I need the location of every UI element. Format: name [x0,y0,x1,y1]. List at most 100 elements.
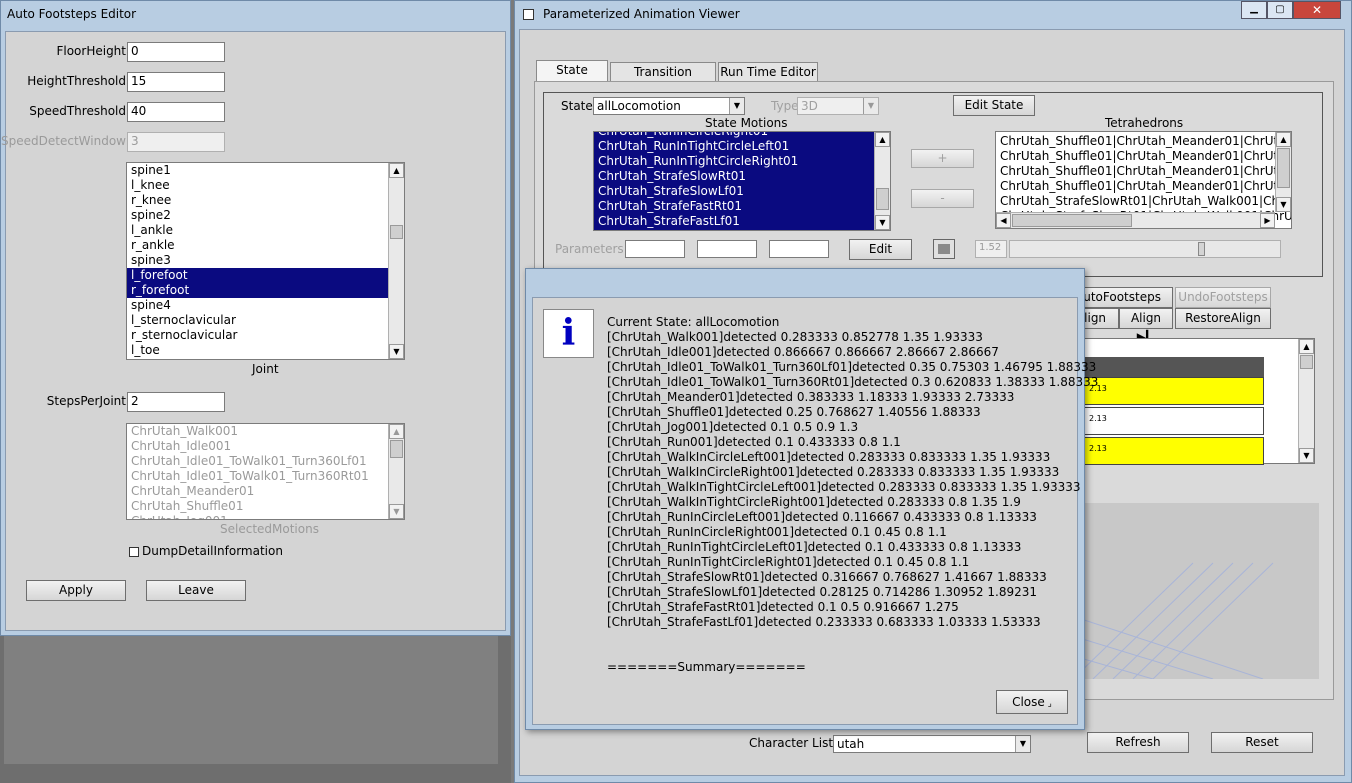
scroll-down-icon[interactable]: ▼ [1276,197,1291,212]
state-combo[interactable]: allLocomotion ▼ [593,97,745,115]
parameter-x-input[interactable] [625,240,685,258]
grid-floor-icon [1063,562,1274,679]
scroll-up-icon[interactable]: ▲ [389,163,404,178]
tracks-scrollbar[interactable]: ▲ ▼ [1298,339,1314,463]
list-item[interactable]: spine2 [127,208,404,223]
edit-state-button[interactable]: Edit State [953,95,1035,116]
list-item[interactable]: ChrUtah_Idle01_ToWalk01_Turn360Rt01 [127,469,404,484]
tab-state-editor[interactable]: State Editor [536,60,608,96]
list-item[interactable]: ChrUtah_RunInTightCircleRight01 [594,154,890,169]
list-item[interactable]: ChrUtah_RunInCircleRight01 [594,132,890,139]
tab-run-time-editor[interactable]: Run Time Editor [718,62,818,82]
edit-parameters-button[interactable]: Edit [849,239,912,260]
list-item[interactable]: r_ankle [127,238,404,253]
tetrahedrons-list[interactable]: ChrUtah_Shuffle01|ChrUtah_Meander01|ChrU… [995,131,1292,229]
list-item[interactable]: spine1 [127,163,404,178]
dialog-body: i Current State: allLocomotion [ChrUtah_W… [532,297,1098,725]
close-button[interactable]: Close ⌟ [996,690,1068,714]
list-item[interactable]: ChrUtah_Walk001 [127,424,404,439]
chevron-down-icon[interactable]: ▼ [729,98,744,114]
list-item[interactable]: l_ankle [127,223,404,238]
scroll-thumb[interactable] [1277,148,1290,188]
scroll-thumb[interactable] [1300,355,1313,369]
state-motions-list[interactable]: ChrUtah_RunInCircleRight01 ChrUtah_RunInT… [593,131,891,231]
list-item[interactable]: l_sternoclavicular [127,313,404,328]
list-item[interactable]: r_knee [127,193,404,208]
steps-per-joint-input[interactable]: 2 [127,392,225,412]
scroll-up-icon: ▲ [389,424,404,439]
list-item[interactable]: ChrUtah_StrafeSlowRt01 [594,169,890,184]
state-motions-scrollbar[interactable]: ▲ ▼ [874,132,890,230]
auto-footsteps-client: FloorHeight 0 HeightThreshold 15 SpeedTh… [1,31,506,631]
parameter-y-input[interactable] [697,240,757,258]
character-combo[interactable]: utah ▼ [833,735,1031,753]
scroll-left-icon[interactable]: ◀ [996,213,1011,228]
list-item[interactable]: ChrUtah_StrafeSlowRt01|ChrUtah_Walk001|C… [996,194,1291,209]
list-item[interactable]: ChrUtah_Shuffle01|ChrUtah_Meander01|ChrU… [996,164,1291,179]
list-item[interactable]: spine4 [127,298,404,313]
chevron-down-icon[interactable]: ▼ [1015,736,1030,752]
joint-list-scrollbar[interactable]: ▲ ▼ [388,163,404,359]
undo-footsteps-button[interactable]: UndoFootsteps [1175,287,1271,308]
scroll-right-icon[interactable]: ▶ [1260,213,1275,228]
joint-list[interactable]: spine1 l_knee r_knee spine2 l_ankle r_ankle sp… [126,162,405,360]
list-item[interactable]: ChrUtah_StrafeFastLf01 [594,214,890,229]
list-item[interactable]: r_sternoclavicular [127,328,404,343]
list-item[interactable]: r_forefoot [127,283,404,298]
track-row[interactable]: 2.13 [1064,437,1264,465]
parameter-z-input[interactable] [769,240,829,258]
list-item[interactable]: ChrUtah_StrafeFastRt01 [594,199,890,214]
list-item[interactable]: ChrUtah_Shuffle01|ChrUtah_Meander01|ChrU… [996,134,1291,149]
speed-threshold-input[interactable]: 40 [127,102,225,122]
scroll-down-icon[interactable]: ▼ [389,344,404,359]
list-item[interactable]: ChrUtah_StrafeSlowLf01 [594,184,890,199]
scroll-thumb [390,440,403,458]
list-item[interactable]: spine3 [127,253,404,268]
tetrahedrons-scrollbar[interactable]: ▲ ▼ [1275,132,1291,212]
parameter-slider[interactable] [1009,240,1281,258]
floor-height-input[interactable]: 0 [127,42,225,62]
scroll-thumb[interactable] [390,225,403,239]
type-label: Type [771,99,799,113]
apply-button[interactable]: Apply [26,580,126,601]
track-row[interactable]: 2.13 [1064,407,1264,435]
character-list-label: Character List [749,736,834,750]
list-item[interactable]: ChrUtah_Shuffle01|ChrUtah_Meander01|ChrU… [996,179,1291,194]
tab-transition-editor2[interactable]: Transition Editor2 [610,62,716,98]
close-icon[interactable]: ✕ [1293,1,1341,19]
restore-align-button[interactable]: RestoreAlign [1175,308,1271,329]
list-item[interactable]: l_forefoot [127,268,404,283]
height-threshold-input[interactable]: 15 [127,72,225,92]
list-item[interactable]: ChrUtah_Shuffle01|ChrUtah_Meander01|ChrU… [996,149,1291,164]
slider-handle[interactable] [1198,242,1205,256]
minimize-icon[interactable]: ▁ [1241,1,1267,19]
message-line: [ChrUtah_WalkInCircleRight001]detected 0… [607,465,1060,479]
list-item[interactable]: ChrUtah_Idle001 [127,439,404,454]
scroll-up-icon[interactable]: ▲ [1299,339,1314,354]
reset-button[interactable]: Reset [1211,732,1313,753]
color-swatch[interactable] [933,239,955,259]
selected-motions-label: SelectedMotions [220,522,319,536]
dump-detail-checkbox[interactable] [129,547,139,557]
scroll-up-icon[interactable]: ▲ [1276,132,1291,147]
scroll-up-icon[interactable]: ▲ [875,132,890,147]
list-item[interactable]: ChrUtah_Meander01 [127,484,404,499]
message-line: [ChrUtah_StrafeSlowRt01]detected 0.31666… [607,570,1047,584]
align-right-button[interactable]: Align ▶▎ [1119,308,1173,344]
maximize-icon[interactable]: ▢ [1267,1,1293,19]
scroll-down-icon[interactable]: ▼ [1299,448,1314,463]
viewport-3d[interactable] [1063,503,1319,679]
scroll-thumb[interactable] [1012,214,1132,227]
message-line: [ChrUtah_RunInTightCircleLeft01]detected… [607,540,1022,554]
list-item[interactable]: ChrUtah_Shuffle01 [127,499,404,514]
list-item[interactable]: l_toe [127,343,404,358]
list-item[interactable]: ChrUtah_Idle01_ToWalk01_Turn360Lf01 [127,454,404,469]
leave-button[interactable]: Leave [146,580,246,601]
list-item[interactable]: l_knee [127,178,404,193]
scroll-thumb[interactable] [876,188,889,210]
list-item[interactable]: ChrUtah_Jog001 [127,514,404,519]
refresh-button[interactable]: Refresh [1087,732,1189,753]
list-item[interactable]: ChrUtah_RunInTightCircleLeft01 [594,139,890,154]
tetrahedrons-hscrollbar[interactable]: ◀ ▶ [996,212,1275,228]
scroll-down-icon[interactable]: ▼ [875,215,890,230]
